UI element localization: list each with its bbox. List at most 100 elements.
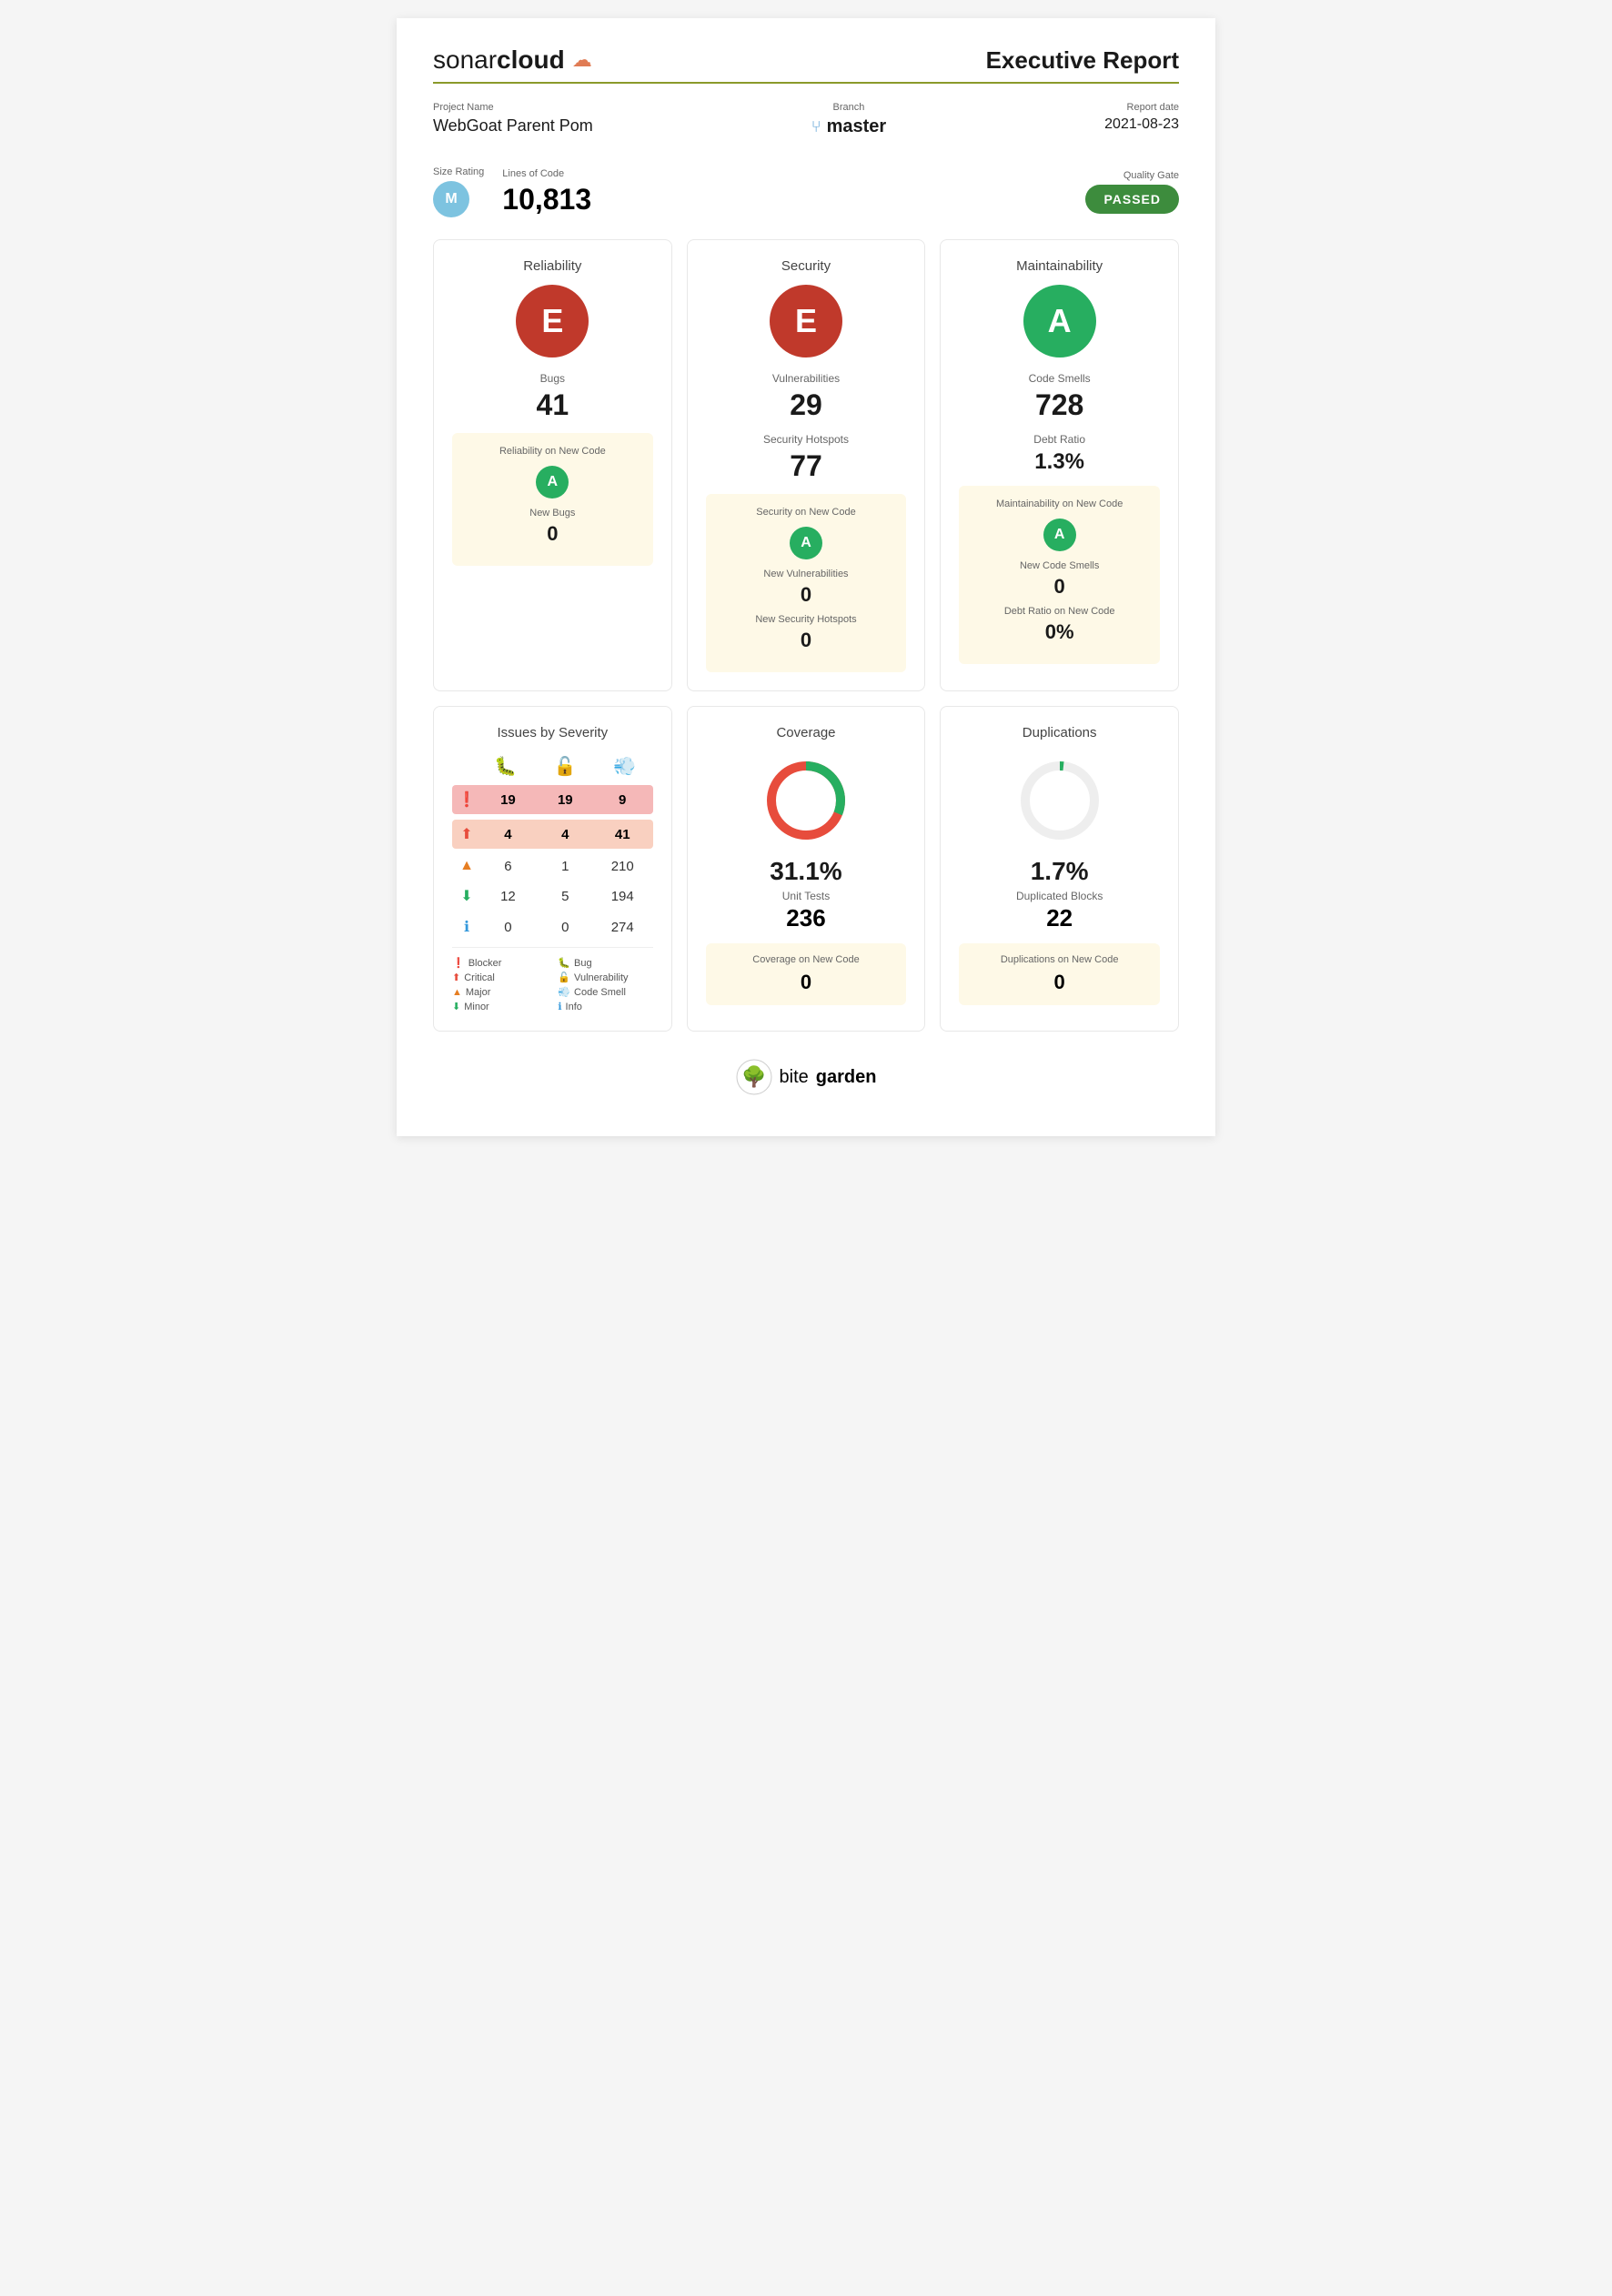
footer: 🌳 bite garden	[433, 1059, 1179, 1100]
quality-gate-section: Quality Gate PASSED	[1085, 170, 1179, 214]
cloud-icon: ☁	[572, 48, 592, 72]
size-rating-section: Size Rating M	[433, 166, 484, 217]
security-title: Security	[706, 258, 907, 274]
branch-label: Branch	[811, 102, 886, 113]
branch-icon: ⑂	[811, 117, 821, 136]
security-card: Security E Vulnerabilities 29 Security H…	[687, 239, 926, 691]
size-rating-badge: M	[433, 181, 469, 217]
unit-tests-label: Unit Tests	[706, 890, 907, 902]
project-name-value: WebGoat Parent Pom	[433, 116, 593, 136]
coverage-card: Coverage 31.1% Unit Tests 236 Coverage o…	[687, 706, 926, 1032]
info-vuln-count: 0	[539, 920, 592, 935]
vulnerabilities-value: 29	[706, 388, 907, 422]
hotspots-value: 77	[706, 449, 907, 483]
unit-tests-value: 236	[706, 904, 907, 932]
new-vulnerabilities-value: 0	[719, 583, 894, 607]
new-vulnerabilities-label: New Vulnerabilities	[719, 569, 894, 579]
duplications-new-code-box: Duplications on New Code 0	[959, 943, 1160, 1005]
tree-icon: 🌳	[736, 1059, 772, 1095]
duplications-new-code-title: Duplications on New Code	[970, 954, 1149, 965]
minor-icon: ⬇	[456, 887, 478, 905]
loc-label: Lines of Code	[502, 168, 591, 179]
code-smells-label: Code Smells	[959, 372, 1160, 385]
major-vuln-count: 1	[539, 859, 592, 874]
maintainability-title: Maintainability	[959, 258, 1160, 274]
info-icon: ℹ	[456, 918, 478, 936]
legend-info: ℹInfo	[558, 1001, 652, 1012]
legend: ❗Blocker 🐛Bug ⬆Critical 🔓Vulnerability ▲…	[452, 947, 653, 1012]
critical-vuln-count: 4	[539, 827, 592, 842]
maintainability-rating: A	[1023, 285, 1096, 357]
debt-ratio-value: 1.3%	[959, 449, 1160, 475]
logo: sonarcloud ☁	[433, 45, 592, 75]
code-smells-value: 728	[959, 388, 1160, 422]
header: sonarcloud ☁ Executive Report	[433, 45, 1179, 75]
coverage-new-code-value: 0	[717, 971, 896, 994]
loc-value: 10,813	[502, 183, 591, 217]
security-new-code-rating: A	[790, 527, 822, 559]
report-date-label: Report date	[1104, 102, 1179, 113]
legend-blocker: ❗Blocker	[452, 957, 547, 969]
minor-bug-count: 12	[481, 889, 535, 904]
critical-row: ⬆ 4 4 41	[452, 820, 653, 849]
issues-header-row: 🐛 🔓 💨	[452, 755, 653, 778]
new-hotspots-value: 0	[719, 629, 894, 652]
reliability-new-code-rating: A	[536, 466, 569, 498]
report-date-section: Report date 2021-08-23	[1104, 102, 1179, 133]
report-title: Executive Report	[986, 46, 1179, 75]
critical-bug-count: 4	[481, 827, 535, 842]
major-row: ▲ 6 1 210	[452, 854, 653, 878]
bugs-value: 41	[452, 388, 653, 422]
critical-icon: ⬆	[456, 825, 478, 843]
security-new-code-title: Security on New Code	[719, 507, 894, 518]
issues-card: Issues by Severity 🐛 🔓 💨 ❗ 19 19 9 ⬆ 4 4…	[433, 706, 672, 1032]
info-bug-count: 0	[481, 920, 535, 935]
coverage-title: Coverage	[706, 725, 907, 740]
logo-text: sonarcloud	[433, 45, 565, 75]
branch-value: master	[827, 116, 887, 137]
duplications-new-code-value: 0	[970, 971, 1149, 994]
bugs-label: Bugs	[452, 372, 653, 385]
legend-vulnerability: 🔓Vulnerability	[558, 972, 652, 983]
footer-brand-light: bite	[780, 1067, 809, 1088]
report-page: sonarcloud ☁ Executive Report Project Na…	[397, 18, 1215, 1136]
project-name-label: Project Name	[433, 102, 593, 113]
project-name-section: Project Name WebGoat Parent Pom	[433, 102, 593, 136]
new-bugs-value: 0	[465, 522, 640, 546]
legend-bug: 🐛Bug	[558, 957, 652, 969]
bug-col-icon: 🐛	[478, 755, 534, 778]
major-bug-count: 6	[481, 859, 535, 874]
quality-gate-badge: PASSED	[1085, 185, 1179, 214]
svg-text:🌳: 🌳	[741, 1064, 766, 1088]
coverage-percentage: 31.1%	[706, 857, 907, 886]
main-cards-grid: Reliability E Bugs 41 Reliability on New…	[433, 239, 1179, 691]
minor-vuln-count: 5	[539, 889, 592, 904]
blocker-bug-count: 19	[481, 792, 535, 808]
coverage-new-code-box: Coverage on New Code 0	[706, 943, 907, 1005]
duplications-percentage: 1.7%	[959, 857, 1160, 886]
major-smell-count: 210	[596, 859, 650, 874]
coverage-new-code-title: Coverage on New Code	[717, 954, 896, 965]
maintainability-new-code-box: Maintainability on New Code A New Code S…	[959, 486, 1160, 664]
maintainability-new-code-title: Maintainability on New Code	[972, 498, 1147, 509]
reliability-new-code-box: Reliability on New Code A New Bugs 0	[452, 433, 653, 566]
duplications-title: Duplications	[959, 725, 1160, 740]
coverage-donut	[761, 755, 851, 846]
new-debt-ratio-value: 0%	[972, 620, 1147, 644]
project-info: Project Name WebGoat Parent Pom Branch ⑂…	[433, 102, 1179, 152]
debt-ratio-label: Debt Ratio	[959, 433, 1160, 446]
vuln-col-icon: 🔓	[538, 755, 594, 778]
loc-section: Lines of Code 10,813	[502, 168, 591, 217]
quality-gate-label: Quality Gate	[1085, 170, 1179, 181]
blocker-vuln-count: 19	[539, 792, 592, 808]
info-smell-count: 274	[596, 920, 650, 935]
footer-brand-bold: garden	[816, 1067, 877, 1088]
info-row: ℹ 0 0 274	[452, 914, 653, 940]
critical-smell-count: 41	[596, 827, 650, 842]
minor-row: ⬇ 12 5 194	[452, 883, 653, 909]
hotspots-label: Security Hotspots	[706, 433, 907, 446]
dup-blocks-value: 22	[959, 904, 1160, 932]
header-divider	[433, 82, 1179, 84]
legend-major: ▲Major	[452, 986, 547, 998]
new-code-smells-label: New Code Smells	[972, 560, 1147, 571]
